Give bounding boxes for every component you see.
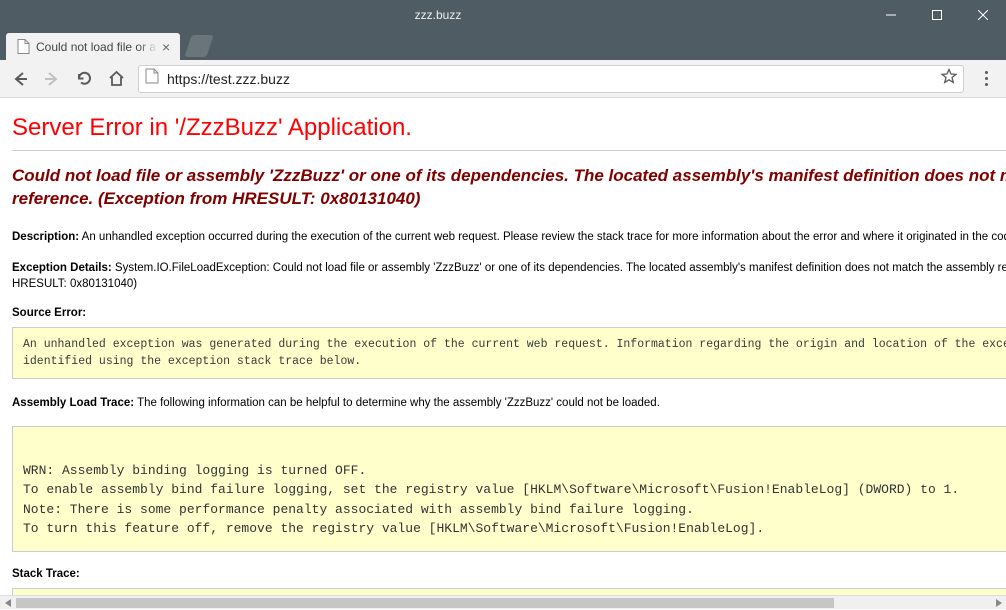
nav-home-button[interactable] [102, 65, 130, 93]
tab-close-button[interactable]: × [162, 40, 170, 54]
error-title: Server Error in '/ZzzBuzz' Application. [12, 114, 1006, 142]
bookmark-star-icon[interactable] [941, 68, 957, 89]
exception-details-label: Exception Details: [12, 262, 112, 274]
browser-menu-button[interactable] [972, 65, 1000, 93]
url-input[interactable] [165, 70, 941, 88]
stack-trace-box: [FileLoadException: Could not load file … [12, 588, 1006, 595]
description-label: Description: [12, 231, 79, 243]
assembly-load-trace-label: Assembly Load Trace: [12, 397, 134, 409]
browser-tab[interactable]: Could not load file or ass × [6, 33, 180, 60]
window-maximize-button[interactable] [914, 0, 960, 30]
new-tab-button[interactable] [185, 35, 214, 57]
scroll-left-arrow-icon[interactable] [0, 596, 16, 610]
browser-toolbar [0, 60, 1006, 98]
nav-back-button[interactable] [6, 65, 34, 93]
assembly-load-trace-box: WRN: Assembly binding logging is turned … [12, 426, 1006, 552]
exception-details-block: Exception Details: System.IO.FileLoadExc… [12, 260, 1006, 293]
description-block: Description: An unhandled exception occu… [12, 229, 1006, 246]
window-close-button[interactable] [960, 0, 1006, 30]
kebab-menu-icon [985, 71, 988, 86]
page-info-icon[interactable] [145, 68, 159, 89]
window-titlebar: zzz.buzz [0, 0, 1006, 30]
error-subtitle: Could not load file or assembly 'ZzzBuzz… [12, 165, 1006, 211]
nav-reload-button[interactable] [70, 65, 98, 93]
page-favicon-icon [16, 40, 30, 54]
description-text: An unhandled exception occurred during t… [82, 231, 1006, 243]
exception-details-text: System.IO.FileLoadException: Could not l… [12, 262, 1006, 291]
assembly-load-trace-text: The following information can be helpful… [137, 397, 660, 409]
page-viewport: Server Error in '/ZzzBuzz' Application. … [0, 100, 1006, 595]
scroll-track[interactable] [16, 596, 990, 610]
address-bar[interactable] [138, 65, 964, 93]
stack-trace-label: Stack Trace: [12, 568, 1006, 580]
error-page: Server Error in '/ZzzBuzz' Application. … [0, 100, 1006, 595]
assembly-load-trace-block: Assembly Load Trace: The following infor… [12, 395, 1006, 412]
window-minimize-button[interactable] [868, 0, 914, 30]
browser-tabstrip: Could not load file or ass × [0, 28, 1006, 60]
scroll-thumb[interactable] [16, 598, 834, 608]
nav-forward-button[interactable] [38, 65, 66, 93]
window-title: zzz.buzz [8, 8, 868, 22]
divider [12, 150, 1006, 151]
source-error-box: An unhandled exception was generated dur… [12, 327, 1006, 380]
scroll-right-arrow-icon[interactable] [990, 596, 1006, 610]
horizontal-scrollbar[interactable] [0, 595, 1006, 609]
source-error-label: Source Error: [12, 307, 1006, 319]
